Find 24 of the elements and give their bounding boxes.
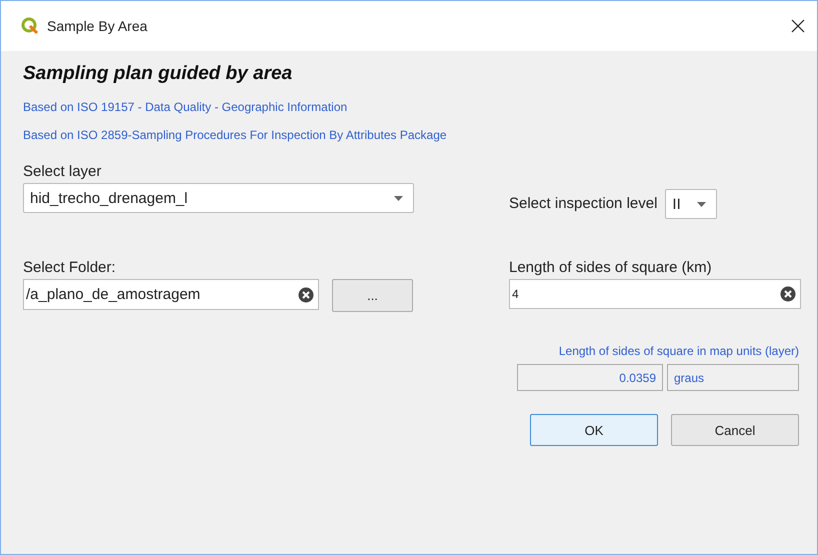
caret-icon [394,196,403,200]
square-length-field[interactable]: 4 [509,279,801,309]
map-units-unit: graus [667,364,799,391]
window-title: Sample By Area [47,18,148,34]
browse-button[interactable]: ... [332,279,413,312]
cancel-button[interactable]: Cancel [671,414,799,446]
folder-field[interactable]: /a_plano_de_amostragem [23,279,319,310]
field-label: Select inspection level [509,194,658,214]
close-icon[interactable] [791,19,805,33]
ok-button[interactable]: OK [530,414,658,446]
map-units-value: 0.0359 [517,364,663,391]
reference-text: Based on ISO 2859-Sampling Procedures For Inspection By Attributes Package [23,127,448,144]
caret-icon [697,202,706,206]
reference-text: Based on ISO 19157 - Data Quality - Geographic Information [23,99,348,116]
logo-icon [21,17,39,35]
field-label: Select Folder: [23,258,117,278]
inspection-level-dropdown[interactable]: II [665,189,718,219]
map-units-label: Length of sides of square in map units (layer) [558,344,799,358]
clear-icon[interactable] [298,286,314,302]
dialog-heading: Sampling plan guided by area [23,63,294,85]
field-label: Select layer [23,162,102,182]
clear-icon[interactable] [780,286,796,302]
layer-dropdown[interactable]: hid_trecho_drenagem_l [23,183,414,213]
field-label: Length of sides of square (km) [509,258,713,278]
